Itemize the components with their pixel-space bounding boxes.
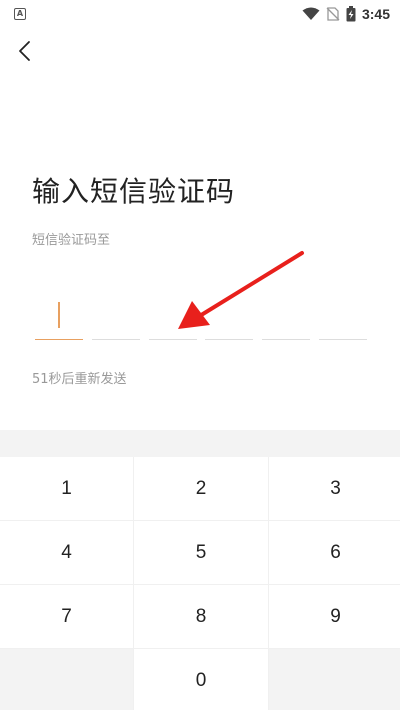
status-icons: 3:45 xyxy=(302,6,390,22)
code-cell-4[interactable] xyxy=(205,298,254,340)
code-cell-3[interactable] xyxy=(148,298,197,340)
key-4[interactable]: 4 xyxy=(0,521,133,584)
key-7[interactable]: 7 xyxy=(0,585,133,648)
key-1[interactable]: 1 xyxy=(0,457,133,520)
key-8[interactable]: 8 xyxy=(134,585,268,648)
key-blank-left xyxy=(0,649,133,710)
code-cell-2[interactable] xyxy=(91,298,140,340)
resend-countdown: 51秒后重新发送 xyxy=(32,372,127,387)
key-9[interactable]: 9 xyxy=(269,585,400,648)
verification-code-input[interactable] xyxy=(35,298,367,340)
status-bar: A 3:45 xyxy=(0,0,400,28)
battery-charging-icon xyxy=(346,6,356,22)
code-cell-6[interactable] xyxy=(318,298,367,340)
wifi-icon xyxy=(302,7,320,20)
key-blank-right xyxy=(269,649,400,710)
key-6[interactable]: 6 xyxy=(269,521,400,584)
key-3[interactable]: 3 xyxy=(269,457,400,520)
key-5[interactable]: 5 xyxy=(134,521,268,584)
page-subtitle: 短信验证码至 xyxy=(32,233,111,248)
page-title: 输入短信验证码 xyxy=(32,175,236,208)
chevron-left-icon xyxy=(19,41,30,61)
numeric-keypad: 1 2 3 4 5 6 7 8 9 0 xyxy=(0,430,400,710)
key-0[interactable]: 0 xyxy=(134,649,268,710)
keypad-grid: 1 2 3 4 5 6 7 8 9 0 xyxy=(0,457,400,710)
code-cell-5[interactable] xyxy=(262,298,311,340)
key-2[interactable]: 2 xyxy=(134,457,268,520)
back-button[interactable] xyxy=(10,36,40,66)
no-sim-icon xyxy=(326,7,340,21)
notification-icon: A xyxy=(14,8,26,20)
code-cell-1[interactable] xyxy=(35,298,83,340)
status-time: 3:45 xyxy=(361,6,390,22)
